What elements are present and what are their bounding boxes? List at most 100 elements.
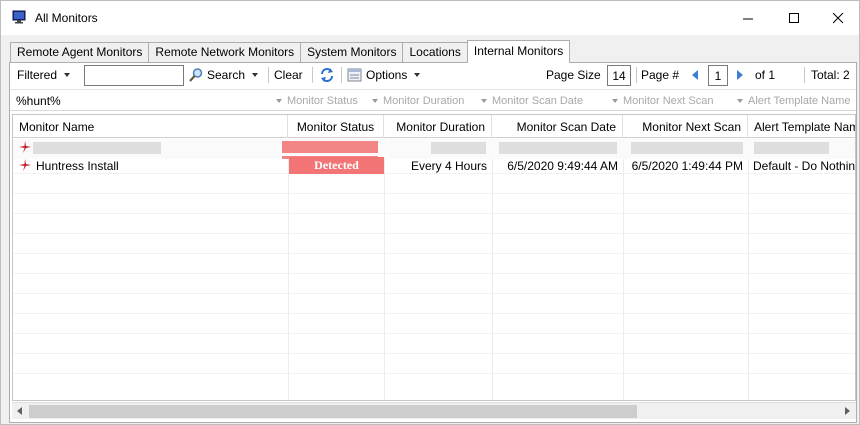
column-divider [492, 138, 493, 400]
arrow-left-icon [692, 70, 698, 80]
chevron-down-icon [414, 73, 421, 77]
toolbar-divider [804, 67, 805, 83]
status-filter-field[interactable]: Monitor Status [276, 90, 372, 111]
column-header-monitor-status[interactable]: Monitor Status [288, 115, 384, 138]
chevron-down-icon [612, 98, 618, 103]
page-size-input[interactable]: 14 [607, 65, 631, 86]
scan-date-filter-field[interactable]: Monitor Scan Date [481, 90, 611, 111]
scroll-right-arrow-icon[interactable] [845, 407, 850, 415]
column-header-alert-template-name[interactable]: Alert Template Name [748, 115, 855, 138]
alert-template-cell: Default - Do Nothing [753, 158, 856, 173]
name-filter-field[interactable]: %hunt% [16, 90, 276, 111]
redacted-next-scan [631, 142, 743, 154]
column-divider [623, 138, 624, 400]
window-title: All Monitors [35, 11, 98, 25]
maximize-icon [788, 12, 799, 23]
tab-locations[interactable]: Locations [402, 42, 468, 62]
horizontal-scrollbar[interactable] [12, 402, 856, 419]
chevron-down-icon [276, 98, 282, 103]
column-divider [288, 138, 289, 400]
redacted-template [754, 142, 829, 154]
options-icon [347, 68, 362, 82]
toolbar-divider [341, 67, 342, 83]
redacted-status [282, 141, 378, 153]
template-filter-placeholder: Alert Template Name [748, 94, 851, 107]
column-header-monitor-name[interactable]: Monitor Name [13, 115, 288, 138]
tab-remote-network-monitors[interactable]: Remote Network Monitors [148, 42, 302, 62]
minimize-button[interactable] [725, 1, 771, 35]
toolbar-divider [636, 67, 637, 83]
search-icon [189, 68, 203, 82]
row-divider [13, 213, 855, 214]
row-divider [13, 193, 855, 194]
duration-filter-placeholder: Monitor Duration [383, 94, 465, 107]
chevron-down-icon [737, 98, 743, 103]
redacted-duration [431, 142, 486, 154]
next-scan-filter-field[interactable]: Monitor Next Scan [612, 90, 736, 111]
search-input[interactable] [84, 65, 184, 86]
maximize-button[interactable] [771, 1, 817, 35]
scan-date-filter-placeholder: Monitor Scan Date [492, 94, 584, 107]
row-divider [13, 253, 855, 254]
page-count-label: of 1 [755, 68, 776, 82]
column-divider [748, 138, 749, 400]
redacted-scan-date [499, 142, 617, 154]
row-divider [13, 373, 855, 374]
table-row[interactable]: Huntress Install Detected Every 4 Hours … [13, 157, 856, 174]
tab-internal-monitors[interactable]: Internal Monitors [466, 40, 571, 63]
toolbar-divider [268, 67, 269, 83]
status-filter-placeholder: Monitor Status [287, 94, 358, 107]
row-divider [13, 293, 855, 294]
monitor-row-icon [19, 141, 31, 153]
column-header-monitor-scan-date[interactable]: Monitor Scan Date [492, 115, 623, 138]
grid-toolbar: Filtered Search Clear Options Page Size … [10, 63, 856, 87]
clear-label: Clear [274, 68, 303, 82]
clear-button[interactable]: Clear [274, 63, 303, 87]
filter-mode-dropdown[interactable]: Filtered [17, 63, 71, 87]
column-header-monitor-next-scan[interactable]: Monitor Next Scan [623, 115, 748, 138]
next-scan-filter-placeholder: Monitor Next Scan [623, 94, 714, 107]
redacted-name [33, 142, 161, 154]
monitor-app-icon [12, 10, 26, 24]
options-dropdown[interactable]: Options [347, 63, 421, 87]
chevron-down-icon [372, 98, 378, 103]
arrow-right-icon [737, 70, 743, 80]
internal-monitors-panel: Filtered Search Clear Options Page Size … [9, 62, 857, 423]
table-row[interactable] [13, 139, 855, 156]
column-divider [384, 138, 385, 400]
template-filter-field[interactable]: Alert Template Name [737, 90, 855, 111]
tab-system-monitors[interactable]: System Monitors [300, 42, 404, 62]
close-button[interactable] [815, 1, 860, 35]
page-number-input[interactable]: 1 [708, 65, 728, 86]
status-badge: Detected [289, 157, 384, 174]
row-divider [13, 313, 855, 314]
row-divider [13, 273, 855, 274]
previous-page-button[interactable] [690, 63, 700, 87]
duration-filter-field[interactable]: Monitor Duration [372, 90, 480, 111]
refresh-button[interactable] [319, 63, 335, 87]
grid-header: Monitor Name Monitor Status Monitor Dura… [13, 115, 855, 138]
chevron-down-icon [252, 73, 259, 77]
column-filter-row: %hunt% Monitor Status Monitor Duration M… [10, 89, 856, 111]
options-label: Options [366, 68, 408, 82]
chevron-down-icon [64, 73, 71, 77]
row-divider [13, 233, 855, 234]
title-bar: All Monitors [1, 1, 859, 35]
search-label: Search [207, 68, 246, 82]
next-page-button[interactable] [735, 63, 745, 87]
all-monitors-window: All Monitors Remote Agent Monitors Remot… [0, 0, 860, 425]
page-number-label: Page # [641, 68, 680, 82]
filter-mode-label: Filtered [17, 68, 58, 82]
search-button[interactable]: Search [188, 63, 259, 87]
scrollbar-thumb[interactable] [29, 405, 637, 418]
column-header-monitor-duration[interactable]: Monitor Duration [384, 115, 492, 138]
tab-remote-agent-monitors[interactable]: Remote Agent Monitors [10, 42, 150, 62]
scroll-left-arrow-icon[interactable] [17, 407, 22, 415]
monitor-name-cell: Huntress Install [36, 158, 119, 173]
monitor-tabs: Remote Agent Monitors Remote Network Mon… [10, 40, 571, 63]
close-icon [832, 12, 843, 23]
monitor-duration-cell: Every 4 Hours [410, 158, 487, 173]
row-divider [13, 353, 855, 354]
minimize-icon [742, 18, 753, 19]
total-count-label: Total: 2 [811, 68, 850, 82]
